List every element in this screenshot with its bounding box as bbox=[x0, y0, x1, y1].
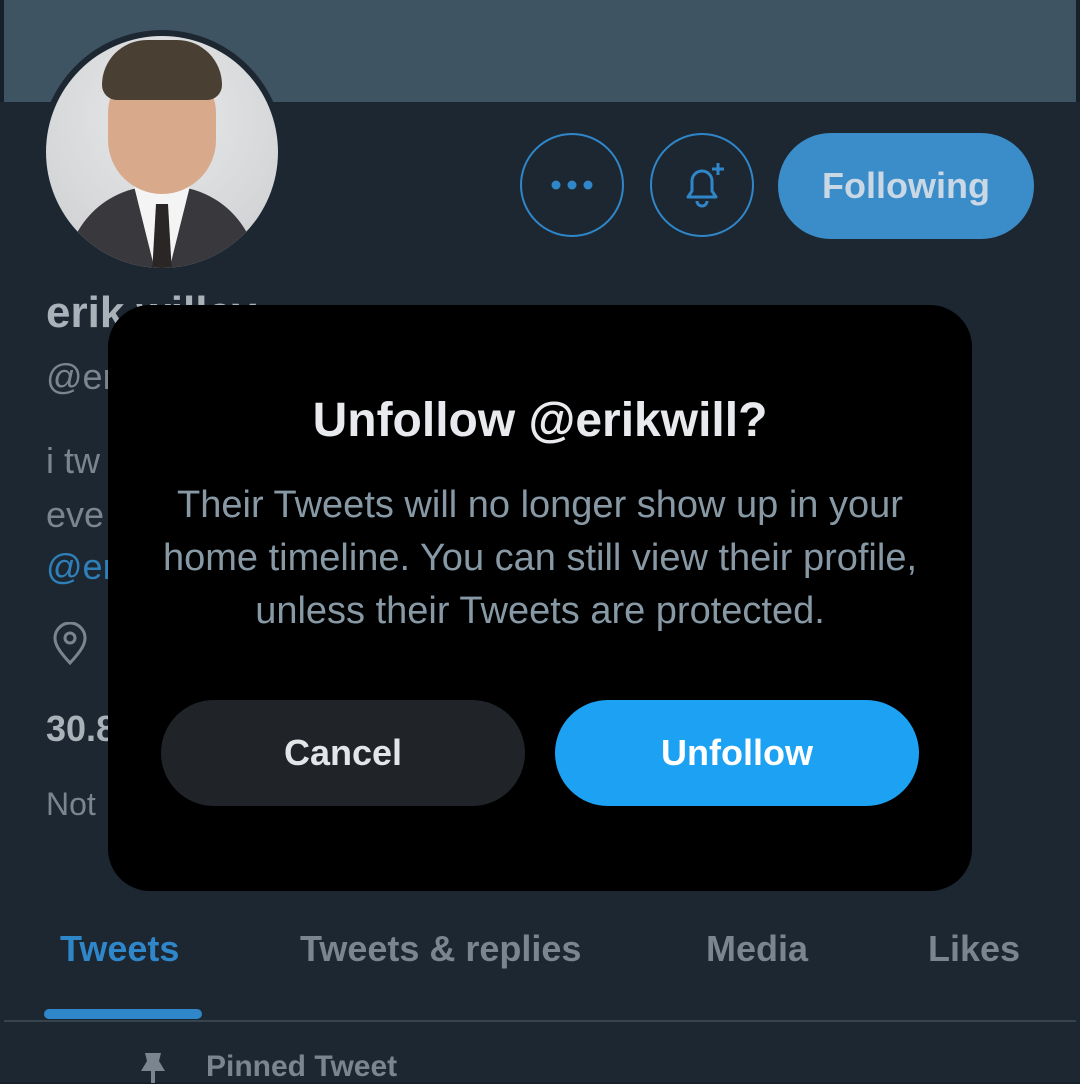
profile-tabs: Tweets Tweets & replies Media Likes bbox=[0, 920, 1080, 980]
pin-icon bbox=[141, 1053, 165, 1083]
avatar-photo bbox=[46, 36, 278, 268]
unfollow-dialog: Unfollow @erikwill? Their Tweets will no… bbox=[108, 305, 972, 891]
active-tab-indicator bbox=[44, 1009, 202, 1019]
pinned-tweet-header: Pinned Tweet bbox=[138, 1050, 397, 1084]
following-count[interactable]: 30.8 bbox=[46, 708, 116, 750]
tab-tweets-replies[interactable]: Tweets & replies bbox=[300, 928, 581, 970]
location-icon bbox=[50, 621, 90, 671]
tab-media[interactable]: Media bbox=[706, 928, 808, 970]
more-icon bbox=[551, 180, 593, 190]
dialog-message: Their Tweets will no longer show up in y… bbox=[162, 484, 918, 632]
tab-likes[interactable]: Likes bbox=[928, 928, 1020, 970]
pinned-tweet-label: Pinned Tweet bbox=[206, 1050, 398, 1083]
profile-bio-line: eve bbox=[46, 494, 105, 535]
divider bbox=[4, 1020, 1076, 1022]
notifications-button[interactable] bbox=[650, 133, 754, 237]
bell-plus-icon bbox=[686, 163, 724, 208]
unfollow-button[interactable]: Unfollow bbox=[555, 700, 919, 806]
cancel-button[interactable]: Cancel bbox=[161, 700, 525, 806]
more-options-button[interactable] bbox=[520, 133, 624, 237]
followed-by-text: Not bbox=[46, 786, 96, 822]
profile-handle: @er bbox=[46, 356, 115, 397]
profile-bio-line: i tw bbox=[46, 440, 100, 481]
profile-bio-link[interactable]: @er bbox=[46, 546, 115, 588]
avatar[interactable] bbox=[40, 30, 284, 274]
following-button[interactable]: Following bbox=[778, 133, 1034, 239]
tab-tweets[interactable]: Tweets bbox=[60, 928, 179, 970]
dialog-title: Unfollow @erikwill? bbox=[312, 394, 768, 447]
